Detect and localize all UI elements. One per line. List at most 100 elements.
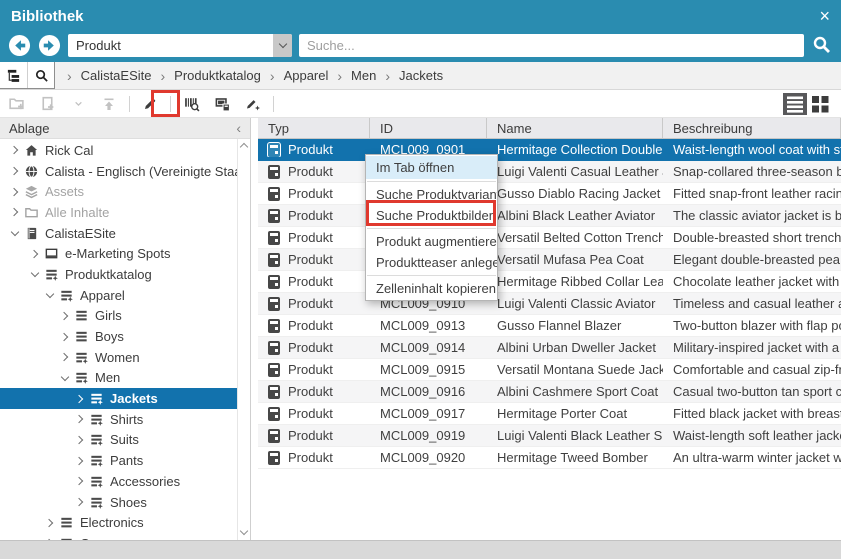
- table-row[interactable]: ProduktVersatil Belted Cotton TrenchDoub…: [258, 227, 841, 249]
- new-item-button[interactable]: [36, 93, 58, 115]
- column-header-typ[interactable]: Typ: [258, 118, 370, 138]
- menu-item-suche-produktvarianten[interactable]: Suche Produktvarianten: [366, 184, 497, 205]
- chevron-right-icon[interactable]: [8, 144, 20, 156]
- type-filter-dropdown[interactable]: Produkt: [68, 34, 292, 57]
- sidebar-scrollbar[interactable]: [237, 139, 250, 540]
- breadcrumb-item[interactable]: Jackets: [399, 68, 443, 83]
- menu-item-produkt-augmentieren[interactable]: Produkt augmentieren: [366, 231, 497, 252]
- table-body: ProduktMCL009_0901Hermitage Collection D…: [258, 139, 841, 469]
- column-header-id[interactable]: ID: [370, 118, 487, 138]
- chevron-right-icon[interactable]: [73, 455, 85, 467]
- search-icon[interactable]: [811, 34, 833, 56]
- grid-view-button[interactable]: [808, 93, 832, 115]
- tree-item-suits[interactable]: Suits: [0, 430, 237, 451]
- pen-star-button[interactable]: [242, 93, 264, 115]
- table-row[interactable]: ProduktMCL009_0901Hermitage Collection D…: [258, 139, 841, 161]
- forward-button[interactable]: [38, 34, 61, 57]
- table-row[interactable]: ProduktMCL009_0916Albini Cashmere Sport …: [258, 381, 841, 403]
- chevron-right-icon[interactable]: [73, 413, 85, 425]
- chevron-right-icon[interactable]: [73, 434, 85, 446]
- table-row[interactable]: ProduktMCL009_0915Versatil Montana Suede…: [258, 359, 841, 381]
- menu-item-im-tab-öffnen[interactable]: Im Tab öffnen: [366, 156, 497, 179]
- collapse-sidebar-button[interactable]: ‹: [236, 120, 241, 136]
- search-view-tab[interactable]: [27, 62, 54, 88]
- dropdown-button[interactable]: [273, 34, 292, 57]
- chevron-right-icon[interactable]: [73, 496, 85, 508]
- tree-item-produktkatalog[interactable]: Produktkatalog: [0, 264, 237, 285]
- table-row[interactable]: ProduktMCL009_0920Hermitage Tweed Bomber…: [258, 447, 841, 469]
- table-row[interactable]: ProduktMCL009_0910Luigi Valenti Classic …: [258, 293, 841, 315]
- tree-item-shoes[interactable]: Shoes: [0, 492, 237, 513]
- tree-item-label: Calista - Englisch (Vereinigte Staaten): [45, 164, 237, 179]
- tree-item-alle-inhalte[interactable]: Alle Inhalte: [0, 202, 237, 223]
- tree-item-calista-englisch-vereinigte-staaten-[interactable]: Calista - Englisch (Vereinigte Staaten): [0, 161, 237, 182]
- chevron-right-icon[interactable]: [58, 331, 70, 343]
- chevron-down-icon[interactable]: [28, 268, 40, 280]
- chevron-down-icon[interactable]: [58, 372, 70, 384]
- tree-item-electronics[interactable]: Electronics: [0, 512, 237, 533]
- list-star-icon: [43, 266, 59, 282]
- tree-item-men[interactable]: Men: [0, 368, 237, 389]
- move-up-button[interactable]: [98, 93, 120, 115]
- table-row[interactable]: ProduktAlbini Black Leather AviatorThe c…: [258, 205, 841, 227]
- tree-item-apparel[interactable]: Apparel: [0, 285, 237, 306]
- tree-item-calistaesite[interactable]: CalistaESite: [0, 223, 237, 244]
- product-type-icon: [268, 253, 280, 267]
- breadcrumb-item[interactable]: Produktkatalog: [174, 68, 261, 83]
- panel-splitter[interactable]: [251, 118, 258, 540]
- tree-view-tab[interactable]: [0, 62, 27, 88]
- chevron-right-icon[interactable]: [73, 475, 85, 487]
- tree-item-girls[interactable]: Girls: [0, 306, 237, 327]
- chevron-right-icon[interactable]: [28, 248, 40, 260]
- product-images-button[interactable]: [211, 93, 233, 115]
- tree-item-pants[interactable]: Pants: [0, 450, 237, 471]
- table-row[interactable]: ProduktLuigi Valenti Casual Leather Ja…S…: [258, 161, 841, 183]
- menu-item-suche-produktbilder[interactable]: Suche Produktbilder: [366, 205, 497, 226]
- tree-item-women[interactable]: Women: [0, 347, 237, 368]
- tree-item-grocery[interactable]: Grocery: [0, 533, 237, 540]
- column-header-beschreibung[interactable]: Beschreibung: [663, 118, 841, 138]
- menu-item-zelleninhalt-kopieren[interactable]: Zelleninhalt kopieren: [366, 278, 497, 299]
- tree-item-accessories[interactable]: Accessories: [0, 471, 237, 492]
- breadcrumb-item[interactable]: Apparel: [284, 68, 329, 83]
- tree-item-assets[interactable]: Assets: [0, 181, 237, 202]
- chevron-right-icon[interactable]: [58, 310, 70, 322]
- tree-item-shirts[interactable]: Shirts: [0, 409, 237, 430]
- type-cell: Produkt: [288, 318, 333, 333]
- tree-item-e-marketing-spots[interactable]: e-Marketing Spots: [0, 243, 237, 264]
- chevron-right-icon[interactable]: [8, 206, 20, 218]
- tree-item-boys[interactable]: Boys: [0, 326, 237, 347]
- table-row[interactable]: ProduktMCL009_0913Gusso Flannel BlazerTw…: [258, 315, 841, 337]
- table-row[interactable]: ProduktMCL009_0917Hermitage Porter CoatF…: [258, 403, 841, 425]
- chevron-right-icon[interactable]: [58, 351, 70, 363]
- scroll-up-icon[interactable]: [240, 143, 248, 151]
- new-item-dropdown-button[interactable]: [67, 93, 89, 115]
- menu-item-produktteaser-anlegen[interactable]: Produktteaser anlegen: [366, 252, 497, 273]
- breadcrumb-item[interactable]: Men: [351, 68, 376, 83]
- chevron-right-icon[interactable]: [8, 165, 20, 177]
- chevron-right-icon[interactable]: [43, 517, 55, 529]
- tree-item-rick-cal[interactable]: Rick Cal: [0, 140, 237, 161]
- table-row[interactable]: ProduktVersatil Mufasa Pea CoatElegant d…: [258, 249, 841, 271]
- chevron-down-icon[interactable]: [8, 227, 20, 239]
- search-input[interactable]: [299, 34, 804, 57]
- new-folder-button[interactable]: [5, 93, 27, 115]
- table-row[interactable]: ProduktGusso Diablo Racing JacketFitted …: [258, 183, 841, 205]
- back-button[interactable]: [8, 34, 31, 57]
- scroll-down-icon[interactable]: [240, 527, 248, 535]
- table-row[interactable]: ProduktHermitage Ribbed Collar Leathe…Ch…: [258, 271, 841, 293]
- table-row[interactable]: ProduktMCL009_0919Luigi Valenti Black Le…: [258, 425, 841, 447]
- chevron-right-icon[interactable]: [73, 393, 85, 405]
- type-cell: Produkt: [288, 296, 333, 311]
- table-row[interactable]: ProduktMCL009_0914Albini Urban Dweller J…: [258, 337, 841, 359]
- name-cell: Hermitage Ribbed Collar Leathe…: [487, 274, 663, 289]
- tree-item-jackets[interactable]: Jackets: [0, 388, 237, 409]
- list-view-button[interactable]: [783, 93, 807, 115]
- chevron-down-icon[interactable]: [43, 289, 55, 301]
- breadcrumb-item[interactable]: CalistaESite: [81, 68, 152, 83]
- edit-button[interactable]: [139, 93, 161, 115]
- chevron-right-icon[interactable]: [8, 186, 20, 198]
- barcode-search-button[interactable]: [180, 93, 202, 115]
- column-header-name[interactable]: Name: [487, 118, 663, 138]
- close-icon[interactable]: ×: [819, 7, 830, 25]
